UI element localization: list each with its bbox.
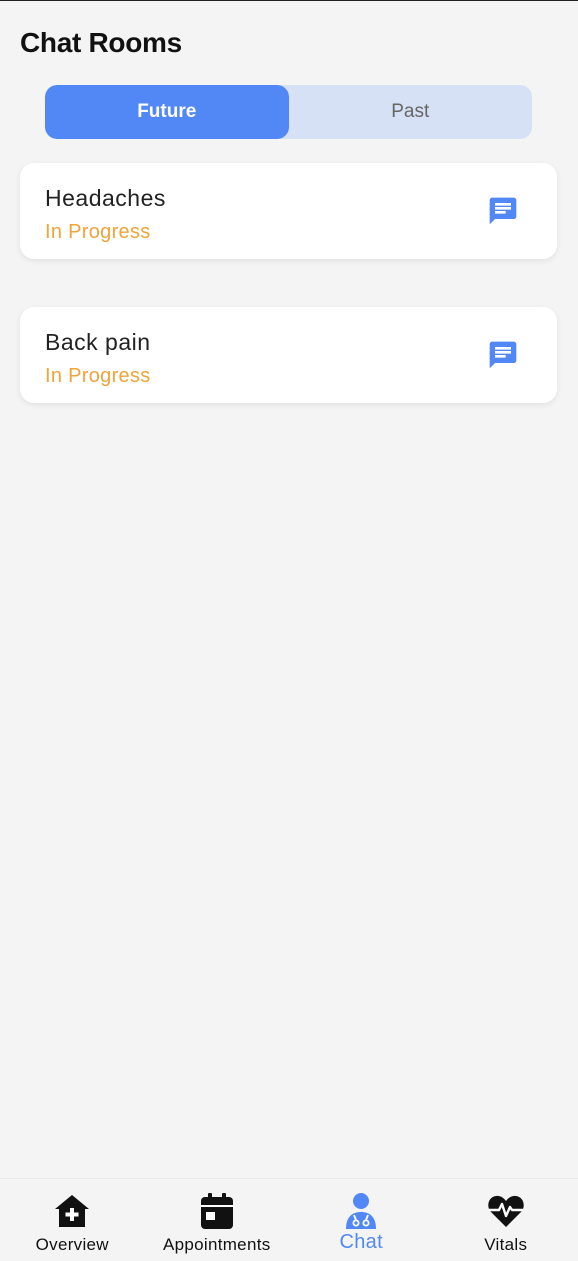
- nav-overview[interactable]: Overview: [0, 1179, 145, 1261]
- chat-room-title: Headaches: [45, 185, 166, 211]
- tab-past[interactable]: Past: [289, 85, 533, 139]
- nav-vitals[interactable]: Vitals: [434, 1179, 578, 1261]
- chat-room-card[interactable]: Back pain In Progress: [20, 307, 557, 403]
- home-medical-icon: [55, 1195, 90, 1227]
- bottom-navigation: Overview Appointments Chat Vitals: [0, 1178, 578, 1261]
- chat-room-status: In Progress: [45, 365, 151, 387]
- tab-switcher: Future Past: [45, 85, 532, 139]
- chat-bubble-icon[interactable]: [487, 339, 519, 371]
- chat-bubble-icon[interactable]: [487, 195, 519, 227]
- nav-label: Overview: [35, 1235, 109, 1254]
- page-title: Chat Rooms: [20, 27, 182, 58]
- nav-label: Vitals: [484, 1235, 528, 1254]
- calendar-icon: [200, 1193, 233, 1229]
- nav-label: Appointments: [162, 1235, 271, 1254]
- doctor-icon: [346, 1193, 377, 1229]
- chat-room-status: In Progress: [45, 221, 151, 243]
- chat-room-title: Back pain: [45, 329, 151, 355]
- nav-label: Chat: [339, 1231, 383, 1253]
- nav-chat[interactable]: Chat: [289, 1179, 434, 1261]
- tab-future[interactable]: Future: [45, 85, 289, 139]
- top-divider: [0, 0, 578, 1]
- heart-pulse-icon: [488, 1195, 524, 1227]
- nav-appointments[interactable]: Appointments: [145, 1179, 290, 1261]
- chat-room-card[interactable]: Headaches In Progress: [20, 163, 557, 259]
